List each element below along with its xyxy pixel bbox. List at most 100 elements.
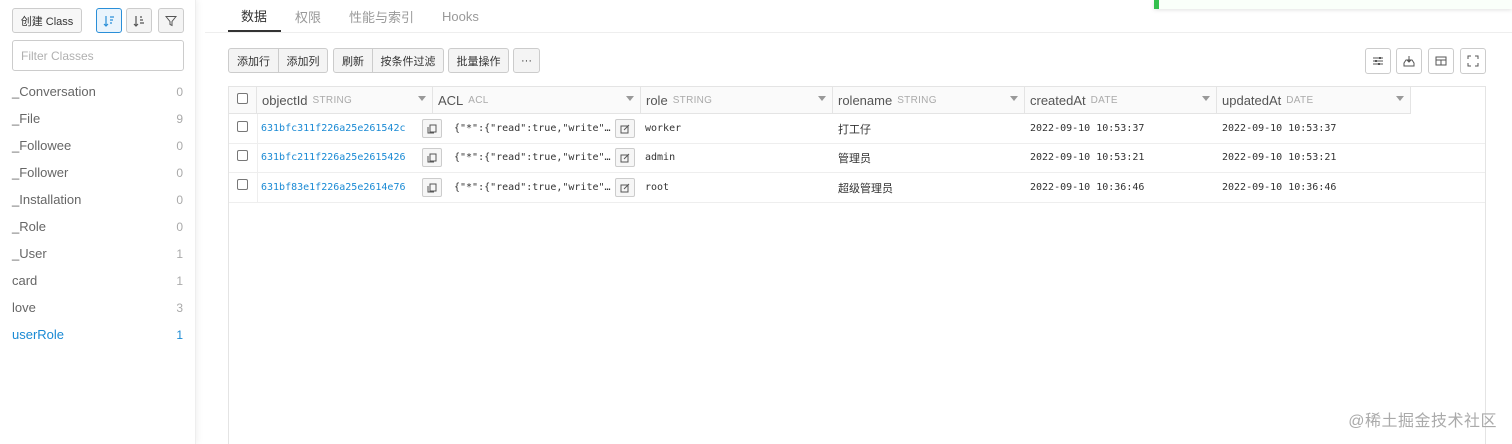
edit-acl-button[interactable] (615, 178, 635, 197)
chevron-down-icon[interactable] (1396, 96, 1404, 101)
bulk-actions-button[interactable]: 批量操作 (448, 48, 509, 73)
column-header-acl[interactable]: ACL ACL (433, 87, 641, 113)
funnel-icon (165, 15, 177, 26)
class-item[interactable]: love 3 (0, 294, 196, 321)
class-name: _Role (12, 219, 46, 234)
edit-acl-button[interactable] (615, 119, 635, 138)
more-actions-button[interactable]: ··· (513, 48, 540, 73)
column-name: updatedAt (1222, 92, 1282, 108)
select-all-checkbox[interactable] (237, 93, 248, 104)
edit-icon (620, 153, 630, 162)
edit-acl-button[interactable] (615, 148, 635, 167)
objectid-cell[interactable]: 631bfc311f226a25e261542c (261, 114, 416, 143)
column-header-rolename[interactable]: rolename STRING (833, 87, 1025, 113)
class-item[interactable]: card 1 (0, 267, 196, 294)
class-count: 1 (176, 246, 183, 261)
add-row-button[interactable]: 添加行 (228, 48, 279, 73)
class-list: _Conversation 0 _File 9 _Followee 0 _Follower 0… (0, 78, 196, 348)
row-divider (229, 202, 1485, 203)
columns-settings-button[interactable] (1365, 48, 1391, 74)
chevron-down-icon[interactable] (418, 96, 426, 101)
updatedat-cell[interactable]: 2022-09-10 10:53:37 (1222, 114, 1402, 143)
chevron-down-icon[interactable] (626, 96, 634, 101)
refresh-button[interactable]: 刷新 (333, 48, 373, 73)
class-item[interactable]: _Follower 0 (0, 159, 196, 186)
class-count: 9 (176, 111, 183, 126)
role-cell[interactable]: root (645, 173, 825, 202)
class-name: _Installation (12, 192, 82, 207)
row-checkbox[interactable] (237, 150, 248, 161)
sort-asc-button[interactable] (96, 8, 122, 33)
class-count: 1 (176, 273, 183, 288)
class-item[interactable]: _Conversation 0 (0, 78, 196, 105)
role-cell[interactable]: worker (645, 114, 825, 143)
acl-cell[interactable]: {"*":{"read":true,"write"… (454, 173, 612, 202)
role-cell[interactable]: admin (645, 143, 825, 172)
column-header-updatedat[interactable]: updatedAt DATE (1217, 87, 1411, 113)
chevron-down-icon[interactable] (1010, 96, 1018, 101)
add-column-button[interactable]: 添加列 (279, 48, 328, 73)
tab-data[interactable]: 数据 (228, 0, 282, 32)
class-item[interactable]: _File 9 (0, 105, 196, 132)
table-view-button[interactable] (1428, 48, 1454, 74)
createdat-cell[interactable]: 2022-09-10 10:53:37 (1030, 114, 1210, 143)
create-class-button[interactable]: 创建 Class (12, 8, 82, 33)
class-item[interactable]: userRole 1 (0, 321, 196, 348)
column-type: STRING (312, 94, 353, 106)
select-all-cell (229, 87, 257, 113)
tab-permissions[interactable]: 权限 (281, 0, 335, 32)
filter-classes-input[interactable] (12, 40, 184, 71)
sort-desc-icon (133, 15, 144, 27)
sort-desc-button[interactable] (126, 8, 152, 33)
class-item[interactable]: _Followee 0 (0, 132, 196, 159)
class-name: _User (12, 246, 47, 261)
class-item[interactable]: _Role 0 (0, 213, 196, 240)
updatedat-cell[interactable]: 2022-09-10 10:53:21 (1222, 143, 1402, 172)
copy-button[interactable] (422, 148, 442, 167)
rolename-cell[interactable]: 超级管理员 (838, 173, 1018, 202)
tray-icon (1403, 56, 1415, 67)
column-type: STRING (897, 94, 937, 106)
row-checkbox[interactable] (237, 179, 248, 190)
import-button[interactable] (1396, 48, 1422, 74)
class-count: 0 (176, 219, 183, 234)
success-toast (1154, 0, 1512, 9)
class-name: _Conversation (12, 84, 96, 99)
tab-performance-index[interactable]: 性能与索引 (335, 0, 428, 32)
tab-hooks[interactable]: Hooks (428, 0, 493, 32)
class-sidebar: 创建 Class _Conversation0_File9_Followee0_… (0, 0, 196, 444)
filter-classes-button[interactable] (158, 8, 184, 33)
updatedat-cell[interactable]: 2022-09-10 10:36:46 (1222, 173, 1402, 202)
column-type: STRING (672, 94, 713, 106)
chevron-down-icon[interactable] (1202, 96, 1210, 101)
column-name: ACL (438, 92, 464, 108)
class-count: 0 (176, 165, 183, 180)
createdat-cell[interactable]: 2022-09-10 10:53:21 (1030, 143, 1210, 172)
row-checkbox[interactable] (237, 121, 248, 132)
copy-icon (427, 153, 437, 162)
copy-button[interactable] (422, 178, 442, 197)
fullscreen-button[interactable] (1460, 48, 1486, 74)
column-header-createdat[interactable]: createdAt DATE (1025, 87, 1217, 113)
copy-button[interactable] (422, 119, 442, 138)
column-header-role[interactable]: role STRING (641, 87, 833, 113)
objectid-cell[interactable]: 631bf83e1f226a25e2614e76 (261, 173, 416, 202)
rolename-cell[interactable]: 管理员 (838, 143, 1018, 172)
filter-by-condition-button[interactable]: 按条件过滤 (373, 48, 444, 73)
column-header-objectid[interactable]: objectId STRING (257, 87, 433, 113)
createdat-cell[interactable]: 2022-09-10 10:36:46 (1030, 173, 1210, 202)
column-name: objectId (262, 92, 308, 108)
objectid-cell[interactable]: 631bfc211f226a25e2615426 (261, 143, 416, 172)
class-count: 0 (176, 192, 183, 207)
chevron-down-icon[interactable] (818, 96, 826, 101)
rolename-cell[interactable]: 打工仔 (838, 114, 1018, 143)
column-type: ACL (468, 94, 489, 106)
class-item[interactable]: _User 1 (0, 240, 196, 267)
data-grid: objectId STRING ACL ACL role STRING role… (228, 86, 1486, 444)
column-name: createdAt (1030, 92, 1086, 108)
class-name: _Followee (12, 138, 72, 153)
class-name: _Follower (12, 165, 69, 180)
acl-cell[interactable]: {"*":{"read":true,"write"… (454, 143, 612, 172)
class-item[interactable]: _Installation 0 (0, 186, 196, 213)
acl-cell[interactable]: {"*":{"read":true,"write"… (454, 114, 612, 143)
